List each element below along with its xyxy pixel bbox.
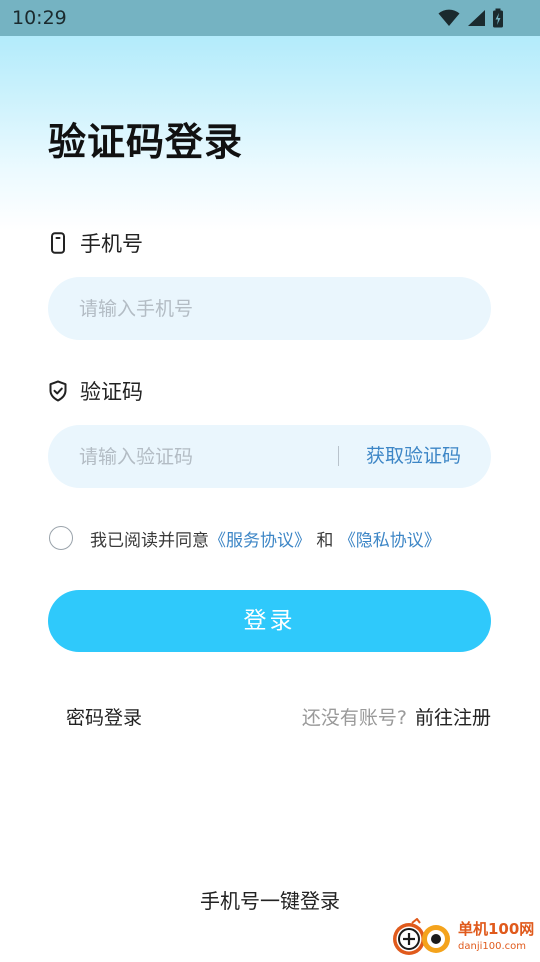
phone-label: 手机号 bbox=[48, 229, 143, 257]
page-title: 验证码登录 bbox=[48, 120, 244, 164]
status-icons bbox=[438, 8, 504, 28]
phone-input[interactable] bbox=[79, 277, 459, 340]
battery-charging-icon bbox=[492, 8, 504, 28]
register-row: 还没有账号? 前往注册 bbox=[302, 705, 491, 731]
status-bar: 10:29 bbox=[0, 0, 540, 36]
phone-input-container bbox=[48, 277, 491, 340]
get-code-button[interactable]: 获取验证码 bbox=[366, 425, 461, 488]
service-agreement-link[interactable]: 《服务协议》 bbox=[209, 531, 311, 551]
watermark: 单机100网 danji100.com bbox=[390, 916, 540, 960]
phone-icon bbox=[48, 232, 68, 254]
login-screen: 10:29 验证码登录 手机号 请输入手机号 验证码 请输入验证码 获取验证码 … bbox=[0, 0, 540, 960]
one-key-login-link[interactable]: 手机号一键登录 bbox=[0, 887, 540, 915]
phone-label-text: 手机号 bbox=[80, 232, 143, 256]
wifi-icon bbox=[438, 9, 460, 27]
watermark-name: 单机100网 bbox=[458, 920, 535, 938]
code-label-text: 验证码 bbox=[80, 380, 143, 404]
shield-check-icon bbox=[48, 380, 68, 402]
password-login-link[interactable]: 密码登录 bbox=[66, 705, 142, 731]
register-link[interactable]: 前往注册 bbox=[415, 707, 491, 729]
register-hint: 还没有账号? bbox=[301, 707, 407, 729]
agreement-radio[interactable] bbox=[49, 526, 73, 550]
watermark-logo-icon bbox=[390, 917, 454, 962]
code-input-container: 获取验证码 bbox=[48, 425, 491, 488]
code-divider bbox=[338, 446, 339, 466]
agreement-conjunction: 和 bbox=[316, 531, 334, 551]
code-input[interactable] bbox=[79, 425, 319, 488]
privacy-agreement-link[interactable]: 《隐私协议》 bbox=[339, 531, 441, 551]
agreement-prefix: 我已阅读并同意 bbox=[90, 531, 209, 551]
login-button[interactable]: 登录 bbox=[48, 590, 491, 652]
signal-icon bbox=[466, 9, 486, 27]
watermark-domain: danji100.com bbox=[458, 941, 526, 952]
code-label: 验证码 bbox=[48, 377, 143, 405]
agreement-text: 我已阅读并同意《服务协议》 和 《隐私协议》 bbox=[90, 529, 441, 553]
status-time: 10:29 bbox=[12, 7, 67, 29]
